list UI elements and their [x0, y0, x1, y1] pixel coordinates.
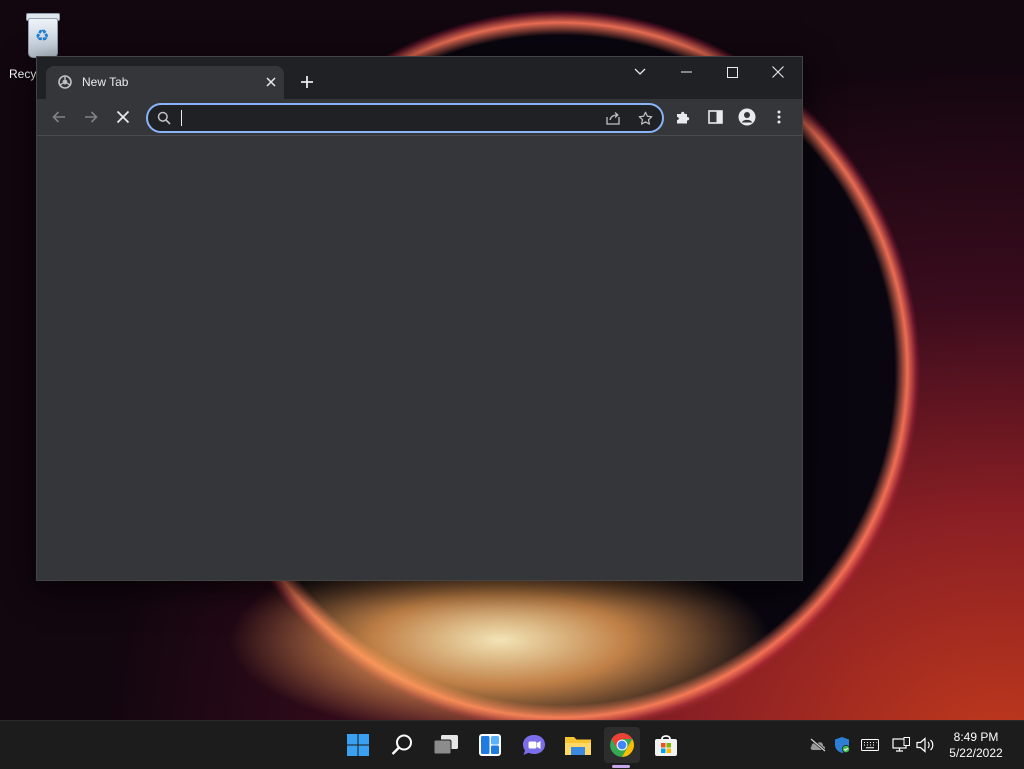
- taskbar-start-button[interactable]: [340, 727, 376, 763]
- widgets-icon: [479, 734, 501, 756]
- network-icon: [892, 737, 910, 752]
- text-caret: [181, 110, 182, 126]
- forward-arrow-icon: [85, 111, 98, 123]
- star-icon: [638, 111, 652, 125]
- tray-onedrive[interactable]: [808, 735, 828, 755]
- tray-volume[interactable]: [916, 735, 936, 755]
- tray-windows-security[interactable]: [832, 735, 852, 755]
- forward-button[interactable]: [77, 103, 105, 131]
- stop-button[interactable]: [109, 103, 137, 131]
- close-icon: [772, 66, 784, 78]
- tab-search-icon: [634, 68, 646, 75]
- task-view-icon: [433, 735, 458, 755]
- tab-close-button[interactable]: [262, 73, 280, 91]
- back-arrow-icon: [52, 111, 65, 123]
- chrome-icon: [610, 733, 634, 757]
- share-button[interactable]: [602, 107, 624, 129]
- keyboard-icon: [861, 739, 879, 751]
- taskbar: 8:49 PM 5/22/2022: [0, 720, 1024, 769]
- windows-security-icon: [835, 737, 850, 753]
- address-input[interactable]: [180, 108, 560, 128]
- title-bar: New Tab: [37, 57, 802, 99]
- extensions-button[interactable]: [669, 103, 697, 131]
- chrome-window: New Tab: [36, 56, 803, 581]
- profile-button[interactable]: [733, 103, 761, 131]
- address-bar[interactable]: [146, 103, 664, 133]
- tab-new-tab[interactable]: New Tab: [46, 66, 284, 99]
- taskbar-search-button[interactable]: [384, 727, 420, 763]
- stop-loading-icon: [116, 110, 130, 124]
- kebab-menu-icon: [777, 110, 781, 124]
- puzzle-icon: [677, 111, 690, 124]
- taskbar-task-view-button[interactable]: [428, 727, 464, 763]
- taskbar-file-explorer-button[interactable]: [560, 727, 596, 763]
- side-panel-button[interactable]: [701, 103, 729, 131]
- plus-icon: [301, 76, 313, 88]
- side-panel-icon: [707, 110, 723, 124]
- tray-keyboard[interactable]: [860, 735, 880, 755]
- taskbar-chrome-button[interactable]: [604, 727, 640, 763]
- bookmark-button[interactable]: [634, 107, 656, 129]
- store-icon: [655, 735, 677, 756]
- share-icon: [606, 112, 620, 125]
- search-icon: [391, 734, 412, 755]
- onedrive-offline-icon: [810, 738, 826, 752]
- search-icon: [157, 111, 171, 125]
- taskbar-chat-button[interactable]: [516, 727, 552, 763]
- tab-search-button[interactable]: [617, 57, 663, 87]
- taskbar-store-button[interactable]: [648, 727, 684, 763]
- menu-button[interactable]: [765, 103, 793, 131]
- page-content[interactable]: [37, 136, 802, 580]
- tray-network[interactable]: [891, 735, 911, 755]
- clock-time: 8:49 PM: [953, 730, 999, 744]
- maximize-button[interactable]: [709, 57, 755, 87]
- new-tab-button[interactable]: [295, 70, 319, 94]
- taskbar-clock[interactable]: 8:49 PM 5/22/2022: [940, 729, 1012, 761]
- minimize-button[interactable]: [663, 57, 709, 87]
- maximize-icon: [726, 66, 738, 78]
- clock-date: 5/22/2022: [949, 746, 1003, 760]
- close-window-button[interactable]: [755, 57, 801, 87]
- taskbar-widgets-button[interactable]: [472, 727, 508, 763]
- folder-icon: [565, 737, 591, 755]
- tab-title: New Tab: [82, 75, 129, 89]
- minimize-icon: [680, 71, 692, 73]
- recycle-bin-icon: ♻: [22, 10, 62, 60]
- windows-start-icon: [347, 734, 369, 756]
- toolbar: [37, 99, 802, 136]
- profile-icon: [738, 108, 756, 126]
- chrome-newtab-icon: [58, 75, 72, 89]
- back-button[interactable]: [45, 103, 73, 131]
- teams-chat-icon: [523, 735, 545, 755]
- close-icon: [266, 77, 276, 87]
- volume-icon: [916, 737, 934, 753]
